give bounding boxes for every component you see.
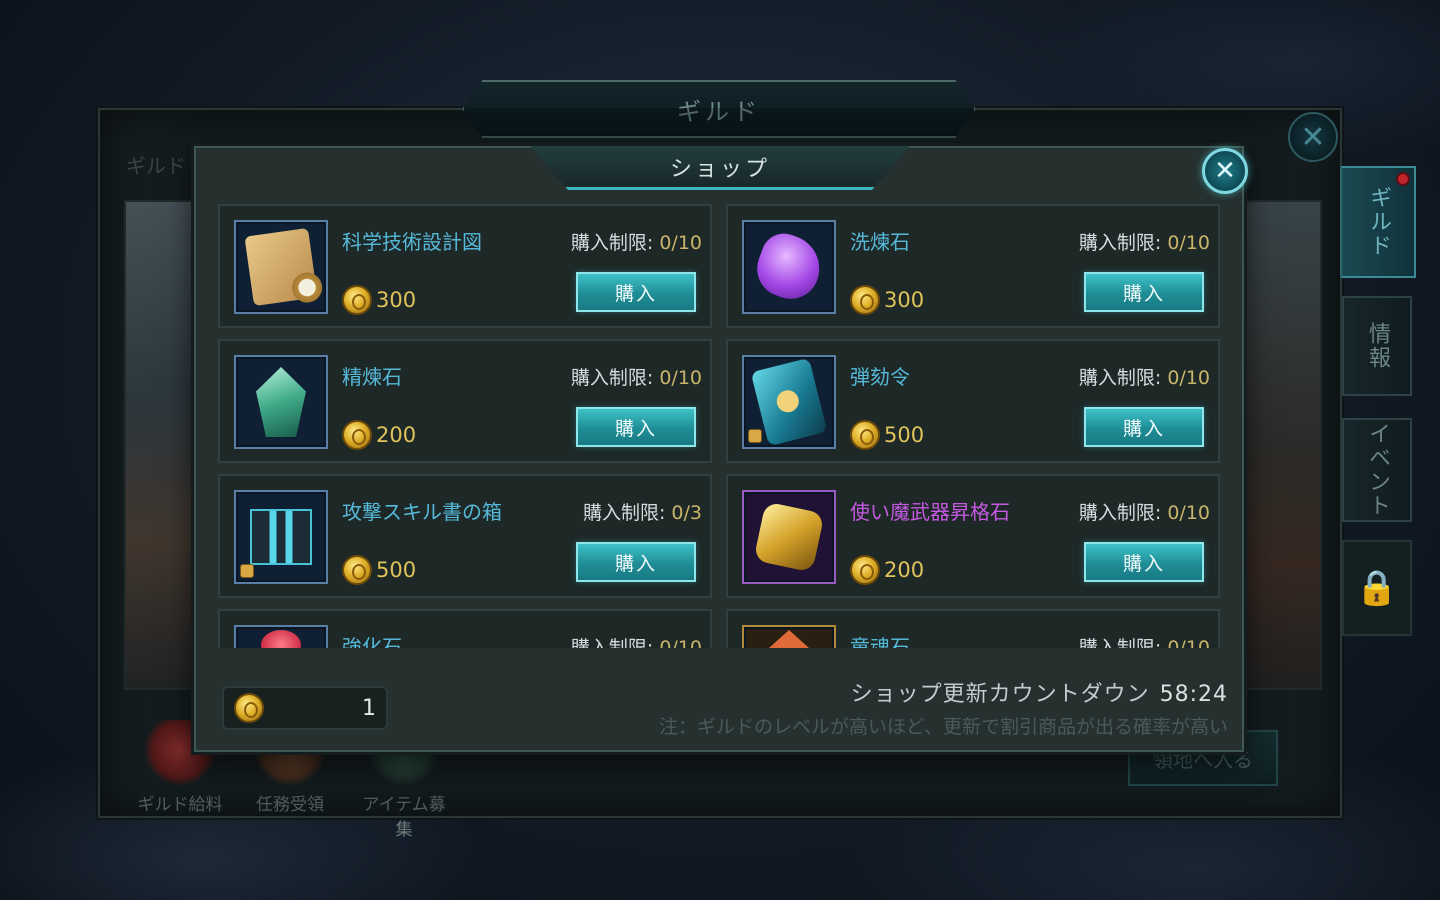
blueprint-icon — [234, 220, 328, 314]
shop-item: 精煉石 200 購入制限: 0/10 購入 — [218, 339, 712, 463]
bound-lock-icon — [240, 564, 254, 578]
gold-coin-icon — [342, 555, 372, 585]
gold-upgrade-stone-icon — [742, 490, 836, 584]
gold-coin-icon — [342, 420, 372, 450]
shop-note: 注：ギルドのレベルが高いほど、更新で割引商品が出る確率が高い — [658, 716, 1228, 738]
item-name: 洗煉石 — [850, 230, 910, 254]
tab-event-label: イベント — [1365, 422, 1390, 518]
buy-button[interactable]: 購入 — [1084, 407, 1204, 447]
item-name: 強化石 — [342, 635, 402, 648]
tab-guild[interactable]: ギルド — [1340, 166, 1416, 278]
gold-coin-icon — [850, 555, 880, 585]
green-crystal-icon — [234, 355, 328, 449]
countdown-time: 58:24 — [1159, 682, 1228, 707]
balance-value: 1 — [362, 695, 376, 721]
tab-event[interactable]: イベント — [1342, 418, 1412, 522]
item-price: 300 — [850, 284, 924, 316]
item-name: 精煉石 — [342, 365, 402, 389]
refresh-countdown: ショップ更新カウントダウン 58:24 — [851, 676, 1228, 708]
shop-item: 弾劾令 500 購入制限: 0/10 購入 — [726, 339, 1220, 463]
buy-button[interactable]: 購入 — [576, 407, 696, 447]
item-price: 500 — [850, 419, 924, 451]
purchase-limit: 購入制限: 0/3 — [582, 502, 702, 524]
purchase-limit: 購入制限: 0/10 — [570, 637, 702, 648]
impeach-card-icon — [742, 355, 836, 449]
buy-button[interactable]: 購入 — [1084, 272, 1204, 312]
gold-coin-icon — [342, 285, 372, 315]
item-name: 弾劾令 — [850, 365, 910, 389]
shop-item: 使い魔武器昇格石 200 購入制限: 0/10 購入 — [726, 474, 1220, 598]
tab-treasure-locked[interactable]: 🔒 — [1342, 540, 1412, 636]
bound-lock-icon — [748, 429, 762, 443]
tab-guild-label: ギルド — [1366, 186, 1391, 258]
notification-badge — [1396, 172, 1410, 186]
shop-item: 攻撃スキル書の箱 500 購入制限: 0/3 購入 — [218, 474, 712, 598]
shop-item-grid[interactable]: 科学技術設計図 300 購入制限: 0/10 購入 洗煉石 300 購入制限: … — [218, 200, 1222, 648]
buy-button[interactable]: 購入 — [576, 542, 696, 582]
tab-info[interactable]: 情報 — [1342, 296, 1412, 396]
item-name: 科学技術設計図 — [342, 230, 482, 254]
buy-button[interactable]: 購入 — [576, 272, 696, 312]
purchase-limit: 購入制限: 0/10 — [570, 232, 702, 254]
item-price: 200 — [342, 419, 416, 451]
gold-coin-icon — [234, 693, 264, 723]
shop-item: 洗煉石 300 購入制限: 0/10 購入 — [726, 204, 1220, 328]
item-name: 使い魔武器昇格石 — [850, 500, 1010, 524]
purchase-limit: 購入制限: 0/10 — [1078, 637, 1210, 648]
item-price: 300 — [342, 284, 416, 316]
shop-close-button[interactable]: ✕ — [1202, 148, 1248, 194]
item-price: 500 — [342, 554, 416, 586]
gold-coin-icon — [850, 420, 880, 450]
shop-item: 強化石 購入制限: 0/10 — [218, 609, 712, 648]
lock-icon: 🔒 — [1355, 568, 1399, 608]
close-icon: ✕ — [1214, 156, 1236, 186]
item-name: 攻撃スキル書の箱 — [342, 500, 502, 524]
shop-title: ショップ — [530, 146, 910, 190]
countdown-label: ショップ更新カウントダウン — [850, 682, 1150, 707]
red-stone-icon — [234, 625, 328, 648]
shop-item: 童魂石 購入制限: 0/10 — [726, 609, 1220, 648]
tab-info-label: 情報 — [1365, 322, 1390, 370]
ruby-icon — [742, 625, 836, 648]
purchase-limit: 購入制限: 0/10 — [1078, 232, 1210, 254]
buy-button[interactable]: 購入 — [1084, 542, 1204, 582]
shop-item: 科学技術設計図 300 購入制限: 0/10 購入 — [218, 204, 712, 328]
purchase-limit: 購入制限: 0/10 — [1078, 502, 1210, 524]
skill-book-box-icon — [234, 490, 328, 584]
guild-coin-balance: 1 — [222, 686, 388, 730]
purchase-limit: 購入制限: 0/10 — [570, 367, 702, 389]
purchase-limit: 購入制限: 0/10 — [1078, 367, 1210, 389]
purple-stone-icon — [742, 220, 836, 314]
item-price: 200 — [850, 554, 924, 586]
item-name: 童魂石 — [850, 635, 910, 648]
gold-coin-icon — [850, 285, 880, 315]
